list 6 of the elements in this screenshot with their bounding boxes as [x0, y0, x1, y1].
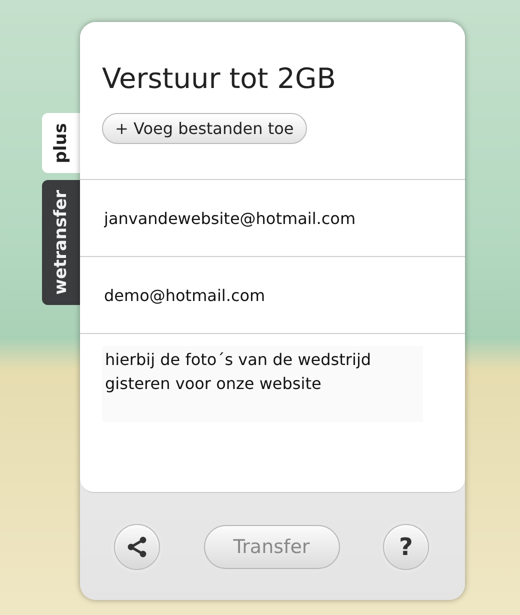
message-field[interactable]: hierbij de foto´s van de wedstrijd gisteren voor onze website — [102, 346, 423, 422]
panel-title: Verstuur tot 2GB — [102, 62, 336, 95]
side-tab[interactable]: wetransfer — [42, 180, 80, 305]
add-files-button[interactable]: + Voeg bestanden toe — [102, 113, 307, 144]
share-icon — [125, 534, 149, 558]
side-tab[interactable]: plus — [42, 113, 80, 174]
